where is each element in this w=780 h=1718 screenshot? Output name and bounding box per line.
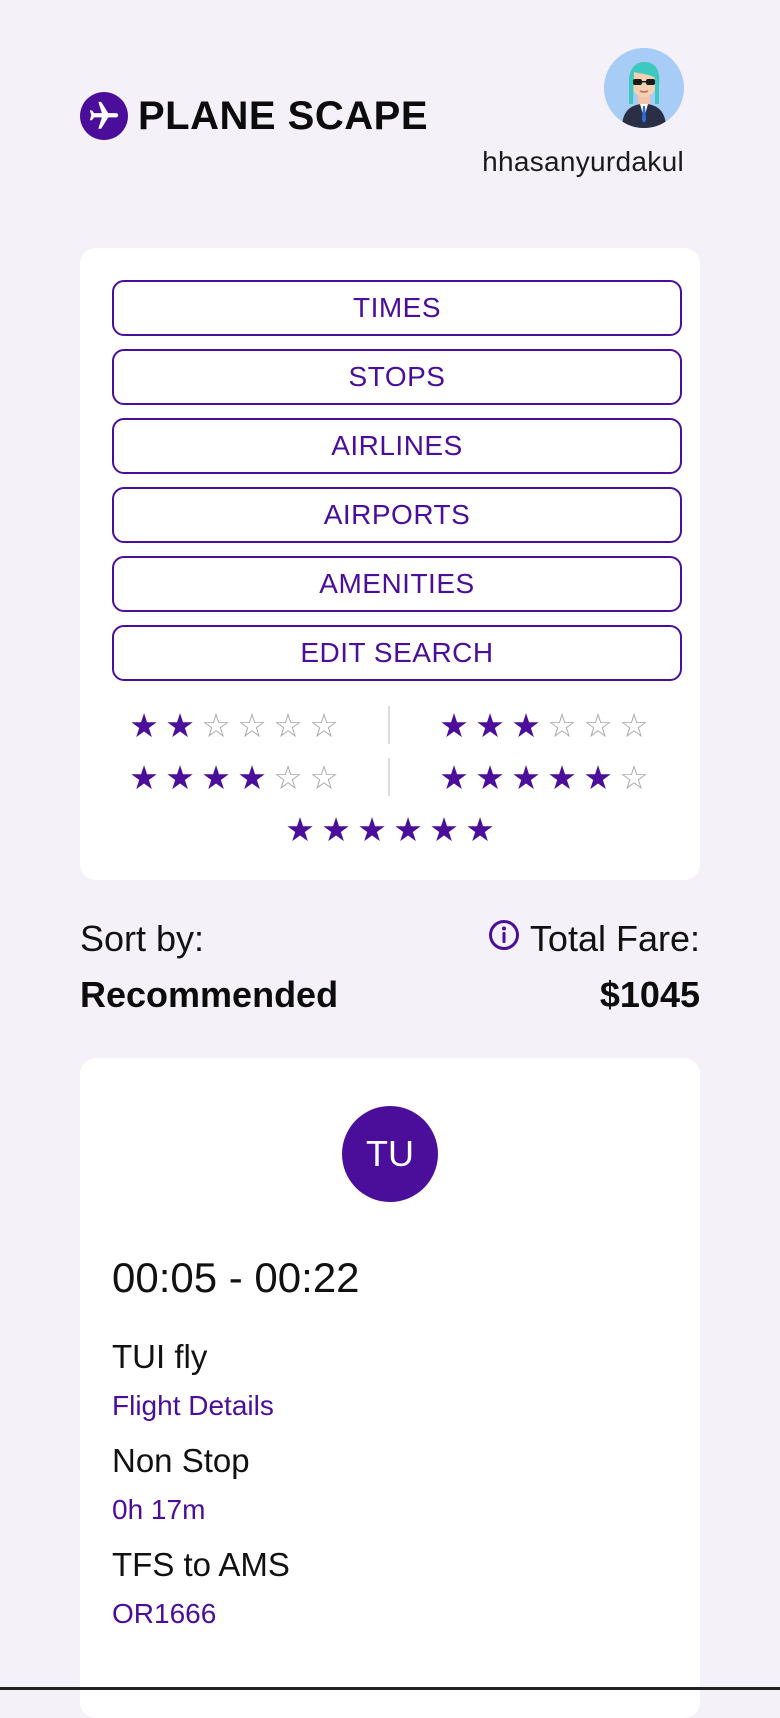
star-filled-icon: ★ [429, 811, 459, 848]
star-rating-6[interactable]: ★ ★ ★ ★ ★ ★ [282, 812, 498, 848]
route-info: TFS to AMS [112, 1546, 290, 1583]
star-empty-icon: ☆ [309, 759, 339, 796]
star-filled-icon: ★ [165, 759, 195, 796]
star-rating-2[interactable]: ★ ★ ☆ ☆ ☆ ☆ [126, 708, 342, 744]
star-rating-4[interactable]: ★ ★ ★ ★ ☆ ☆ [126, 760, 342, 796]
filter-panel: TIMES STOPS AIRLINES AIRPORTS AMENITIES … [80, 248, 700, 880]
flight-number: OR1666 [112, 1598, 217, 1629]
airline-name: TUI fly [112, 1338, 208, 1375]
star-filled-icon: ★ [357, 811, 387, 848]
star-filled-icon: ★ [439, 759, 469, 796]
star-filled-icon: ★ [475, 759, 505, 796]
airlines-filter-button[interactable]: AIRLINES [112, 418, 682, 474]
total-fare-value: $1045 [599, 974, 700, 1015]
total-fare-text: Total Fare: [529, 918, 700, 959]
star-filled-icon: ★ [439, 707, 469, 744]
avatar[interactable] [604, 48, 684, 128]
flight-card[interactable]: TU 00:05 - 00:22 TUI fly Flight Details … [80, 1058, 700, 1718]
star-empty-icon: ☆ [619, 707, 649, 744]
star-filled-icon: ★ [321, 811, 351, 848]
star-rating-3[interactable]: ★ ★ ★ ☆ ☆ ☆ [436, 708, 652, 744]
header: PLANE SCAPE hhasanyurdakul [80, 48, 684, 188]
star-empty-icon: ☆ [273, 707, 303, 744]
username[interactable]: hhasanyurdakul [482, 146, 684, 178]
amenities-filter-button[interactable]: AMENITIES [112, 556, 682, 612]
total-fare-label: Total Fare: [488, 918, 700, 960]
star-filled-icon: ★ [547, 759, 577, 796]
star-empty-icon: ☆ [619, 759, 649, 796]
flight-duration: 0h 17m [112, 1494, 206, 1525]
star-filled-icon: ★ [393, 811, 423, 848]
plane-icon [80, 92, 128, 140]
star-filled-icon: ★ [237, 759, 267, 796]
flight-details-link[interactable]: Flight Details [112, 1390, 274, 1422]
star-filled-icon: ★ [511, 759, 541, 796]
star-filled-icon: ★ [129, 707, 159, 744]
star-filled-icon: ★ [129, 759, 159, 796]
airline-logo: TU [342, 1106, 438, 1202]
star-filled-icon: ★ [475, 707, 505, 744]
stops-info: Non Stop [112, 1442, 250, 1479]
star-filled-icon: ★ [165, 707, 195, 744]
star-empty-icon: ☆ [583, 707, 613, 744]
brand-logo[interactable]: PLANE SCAPE [80, 92, 428, 140]
star-filled-icon: ★ [511, 707, 541, 744]
star-filled-icon: ★ [285, 811, 315, 848]
airports-filter-button[interactable]: AIRPORTS [112, 487, 682, 543]
star-filled-icon: ★ [201, 759, 231, 796]
star-empty-icon: ☆ [237, 707, 267, 744]
star-empty-icon: ☆ [547, 707, 577, 744]
divider [388, 706, 390, 744]
star-empty-icon: ☆ [201, 707, 231, 744]
times-filter-button[interactable]: TIMES [112, 280, 682, 336]
star-filled-icon: ★ [583, 759, 613, 796]
info-icon[interactable] [488, 918, 520, 960]
star-empty-icon: ☆ [309, 707, 339, 744]
sort-dropdown[interactable]: Recommended [80, 974, 338, 1016]
star-filled-icon: ★ [465, 811, 495, 848]
sort-label: Sort by: [80, 918, 205, 959]
star-rating-5[interactable]: ★ ★ ★ ★ ★ ☆ [436, 760, 652, 796]
stops-filter-button[interactable]: STOPS [112, 349, 682, 405]
divider [388, 758, 390, 796]
flight-times: 00:05 - 00:22 [112, 1254, 360, 1301]
edit-search-button[interactable]: EDIT SEARCH [112, 625, 682, 681]
star-empty-icon: ☆ [273, 759, 303, 796]
brand-name: PLANE SCAPE [138, 93, 428, 138]
